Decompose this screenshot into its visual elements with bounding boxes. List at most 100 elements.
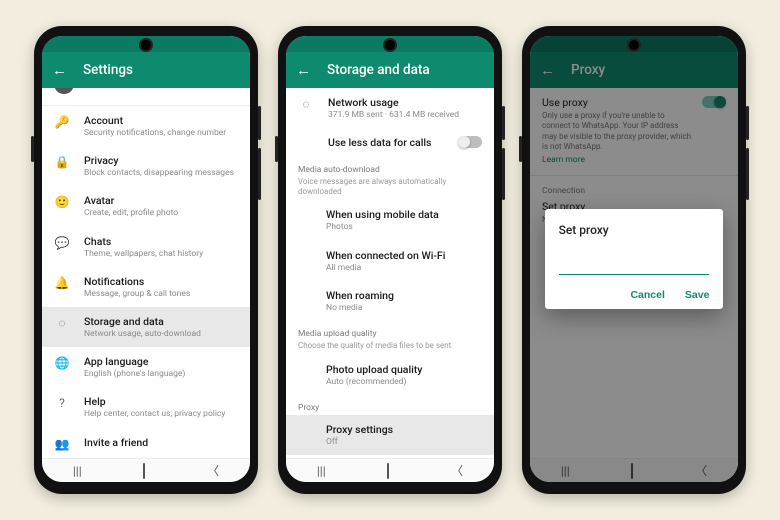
row-label: When using mobile data xyxy=(326,208,482,221)
side-button xyxy=(502,148,505,200)
settings-list: 🔑 AccountSecurity notifications, change n… xyxy=(42,88,250,458)
section-header: Proxy xyxy=(286,395,494,415)
section-header: Media auto-download xyxy=(286,157,494,177)
settings-row-privacy[interactable]: 🔒 PrivacyBlock contacts, disappearing mes… xyxy=(42,146,250,186)
row-label: When connected on Wi-Fi xyxy=(326,249,482,262)
row-subtext: Security notifications, change number xyxy=(84,128,238,138)
save-button[interactable]: Save xyxy=(685,289,710,301)
settings-row-help[interactable]: ? HelpHelp center, contact us, privacy po… xyxy=(42,387,250,427)
row-when-connected-on-wi-fi[interactable]: When connected on Wi-FiAll media xyxy=(286,241,494,281)
row-subtext: Help center, contact us, privacy policy xyxy=(84,409,238,419)
page-title: Storage and data xyxy=(327,62,430,78)
row-subtext: All media xyxy=(326,263,482,273)
row-subtext: English (phone's language) xyxy=(84,369,238,379)
row-icon: 🔔 xyxy=(54,275,70,290)
row-label: Storage and data xyxy=(84,315,238,328)
nav-bar: ||| 〈 xyxy=(286,458,494,482)
section-note: Choose the quality of media files to be … xyxy=(286,341,494,355)
screen: ← Settings 🔑 AccountSecurity notification… xyxy=(42,36,250,482)
row-icon: 🙂 xyxy=(54,194,70,209)
proxy-address-input[interactable] xyxy=(559,259,710,275)
app-bar: ← Settings xyxy=(42,52,250,88)
row-subtext: 371.9 MB sent · 631.4 MB received xyxy=(328,110,482,120)
cancel-button[interactable]: Cancel xyxy=(630,289,664,301)
row-icon: ◌ xyxy=(54,315,70,330)
settings-row-notifications[interactable]: 🔔 NotificationsMessage, group & call tone… xyxy=(42,267,250,307)
nav-back-icon[interactable]: 〈 xyxy=(441,460,473,481)
row-icon: 💬 xyxy=(54,235,70,250)
side-button xyxy=(258,148,261,200)
settings-row-account[interactable]: 🔑 AccountSecurity notifications, change n… xyxy=(42,106,250,146)
row-label: Help xyxy=(84,395,238,408)
dialog-title: Set proxy xyxy=(559,223,710,237)
profile-strip[interactable] xyxy=(42,88,250,106)
nav-recents-icon[interactable]: ||| xyxy=(63,462,92,480)
row-when-using-mobile-data[interactable]: When using mobile dataPhotos xyxy=(286,200,494,240)
row-icon: 🔑 xyxy=(54,114,70,129)
row-label: Network usage xyxy=(328,96,482,109)
side-button xyxy=(502,106,505,140)
side-button xyxy=(519,136,522,162)
settings-row-storage-and-data[interactable]: ◌Storage and dataNetwork usage, auto-dow… xyxy=(42,307,250,347)
row-label: Photo upload quality xyxy=(326,363,482,376)
row-label: Account xyxy=(84,114,238,127)
row-label: Proxy settings xyxy=(326,423,482,436)
row-icon: 🌐 xyxy=(54,355,70,370)
spacer xyxy=(298,136,314,137)
nav-recents-icon[interactable]: ||| xyxy=(307,462,336,480)
row-icon: 🔒 xyxy=(54,154,70,169)
back-icon[interactable]: ← xyxy=(296,63,311,78)
row-subtext: Auto (recommended) xyxy=(326,377,482,387)
row-photo-quality[interactable]: Photo upload quality Auto (recommended) xyxy=(286,355,494,395)
screen: ← Proxy Use proxy Only use a proxy if yo… xyxy=(530,36,738,482)
side-button xyxy=(746,148,749,200)
dialog-scrim[interactable]: Set proxy Cancel Save xyxy=(530,36,738,482)
back-icon[interactable]: ← xyxy=(52,63,67,78)
side-button xyxy=(746,106,749,140)
data-usage-icon: ◌ xyxy=(298,96,314,111)
settings-row-app-language[interactable]: 🌐App languageEnglish (phone's language) xyxy=(42,347,250,387)
phone-storage-data: ← Storage and data ◌ Network usage 371.9… xyxy=(278,26,502,494)
app-bar: ← Storage and data xyxy=(286,52,494,88)
dialog-set-proxy: Set proxy Cancel Save xyxy=(545,209,724,310)
row-label: Avatar xyxy=(84,194,238,207)
row-label: Invite a friend xyxy=(84,436,238,449)
nav-home-icon[interactable] xyxy=(377,462,399,480)
section-header: Media upload quality xyxy=(286,321,494,341)
settings-row-avatar[interactable]: 🙂 AvatarCreate, edit, profile photo xyxy=(42,186,250,226)
row-subtext: Off xyxy=(326,437,482,447)
row-label: When roaming xyxy=(326,289,482,302)
side-button xyxy=(258,106,261,140)
row-subtext: Block contacts, disappearing messages xyxy=(84,168,238,178)
row-proxy-settings[interactable]: Proxy settings Off xyxy=(286,415,494,455)
nav-back-icon[interactable]: 〈 xyxy=(197,460,229,481)
row-label: Use less data for calls xyxy=(328,136,444,149)
storage-content: ◌ Network usage 371.9 MB sent · 631.4 MB… xyxy=(286,88,494,458)
row-label: Notifications xyxy=(84,275,238,288)
row-label: Privacy xyxy=(84,154,238,167)
side-button xyxy=(31,136,34,162)
screen: ← Storage and data ◌ Network usage 371.9… xyxy=(286,36,494,482)
nav-home-icon[interactable] xyxy=(133,462,155,480)
avatar xyxy=(54,88,74,94)
row-subtext: Message, group & call tones xyxy=(84,289,238,299)
row-subtext: Photos xyxy=(326,222,482,232)
nav-bar: ||| 〈 xyxy=(42,458,250,482)
row-subtext: Theme, wallpapers, chat history xyxy=(84,249,238,259)
page-title: Settings xyxy=(83,62,133,78)
settings-row-invite-a-friend[interactable]: 👥 Invite a friend xyxy=(42,428,250,459)
toggle-less-data[interactable] xyxy=(458,136,482,148)
phone-proxy: ← Proxy Use proxy Only use a proxy if yo… xyxy=(522,26,746,494)
side-button xyxy=(275,136,278,162)
status-bar xyxy=(42,36,250,52)
row-icon: ? xyxy=(54,395,70,410)
row-subtext: Create, edit, profile photo xyxy=(84,208,238,218)
phone-settings: ← Settings 🔑 AccountSecurity notification… xyxy=(34,26,258,494)
row-less-data[interactable]: Use less data for calls xyxy=(286,128,494,157)
row-icon: 👥 xyxy=(54,436,70,451)
settings-row-chats[interactable]: 💬 ChatsTheme, wallpapers, chat history xyxy=(42,227,250,267)
row-when-roaming[interactable]: When roamingNo media xyxy=(286,281,494,321)
section-note: Voice messages are always automatically … xyxy=(286,177,494,200)
row-label: Chats xyxy=(84,235,238,248)
row-network-usage[interactable]: ◌ Network usage 371.9 MB sent · 631.4 MB… xyxy=(286,88,494,128)
